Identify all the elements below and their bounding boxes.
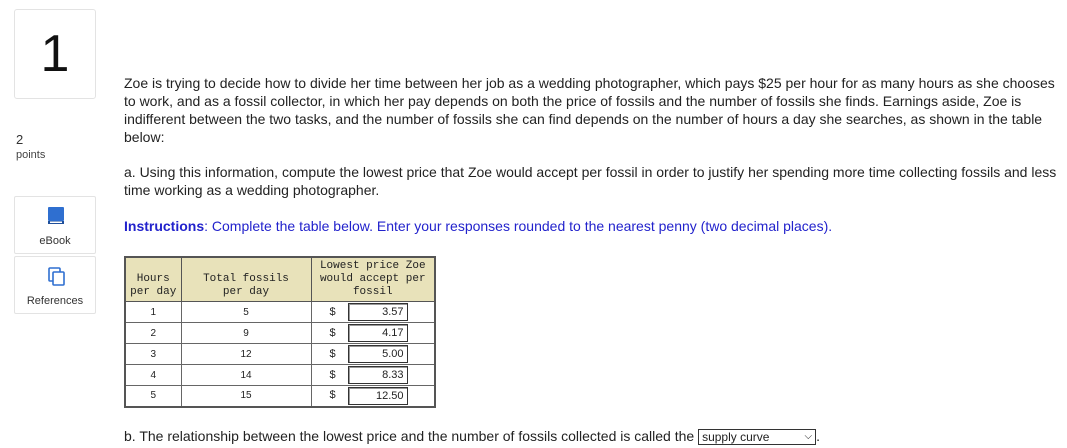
table-row: 3 12 $5.00 bbox=[124, 343, 436, 365]
header-price: Lowest price Zoe would accept per fossil bbox=[310, 256, 436, 302]
part-b: b. The relationship between the lowest p… bbox=[124, 427, 1064, 446]
part-a-text: a. Using this information, compute the l… bbox=[124, 164, 1057, 198]
fossils-cell: 9 bbox=[180, 322, 312, 344]
table-row: 5 15 $12.50 bbox=[124, 385, 436, 407]
price-cell: $12.50 bbox=[310, 385, 436, 407]
points-label: points bbox=[16, 149, 46, 161]
instructions: Instructions: Complete the table below. … bbox=[124, 217, 1064, 235]
ebook-button[interactable]: eBook bbox=[14, 196, 96, 254]
points-value: 2 bbox=[16, 132, 24, 147]
chevron-down-icon: ⌵ bbox=[804, 431, 813, 443]
fossils-cell: 5 bbox=[180, 301, 312, 323]
hours-cell: 2 bbox=[124, 322, 182, 344]
price-cell: $3.57 bbox=[310, 301, 436, 323]
instructions-text: : Complete the table below. Enter your r… bbox=[204, 218, 833, 234]
currency-symbol: $ bbox=[329, 347, 336, 360]
instructions-label: Instructions bbox=[124, 218, 205, 234]
part-b-text: b. The relationship between the lowest p… bbox=[124, 428, 695, 444]
ebook-label: eBook bbox=[39, 235, 71, 247]
price-cell: $5.00 bbox=[310, 343, 436, 365]
relationship-dropdown[interactable]: supply curve ⌵ bbox=[698, 429, 817, 446]
hours-cell: 3 bbox=[124, 343, 182, 365]
fossils-cell: 12 bbox=[180, 343, 312, 365]
part-b-period: . bbox=[816, 428, 820, 444]
fossils-cell: 14 bbox=[180, 364, 312, 386]
table-row: 4 14 $8.33 bbox=[124, 364, 436, 386]
price-input[interactable]: 8.33 bbox=[347, 366, 408, 384]
currency-symbol: $ bbox=[329, 305, 336, 318]
price-cell: $8.33 bbox=[310, 364, 436, 386]
hours-cell: 1 bbox=[124, 301, 182, 323]
table-row: 2 9 $4.17 bbox=[124, 322, 436, 344]
references-button[interactable]: References bbox=[14, 256, 96, 314]
question-number-box: 1 bbox=[14, 9, 96, 99]
references-label: References bbox=[26, 295, 84, 307]
price-input[interactable]: 12.50 bbox=[347, 386, 408, 405]
currency-symbol: $ bbox=[329, 326, 336, 339]
price-cell: $4.17 bbox=[310, 322, 436, 344]
fossils-cell: 15 bbox=[180, 385, 312, 407]
header-fossils: Total fossils per day bbox=[180, 256, 312, 302]
price-input[interactable]: 4.17 bbox=[347, 324, 408, 342]
question-number: 1 bbox=[40, 25, 70, 83]
currency-symbol: $ bbox=[329, 368, 336, 381]
price-input[interactable]: 3.57 bbox=[347, 303, 408, 321]
header-hours: Hours per day bbox=[124, 256, 182, 302]
book-icon bbox=[48, 207, 64, 224]
hours-cell: 5 bbox=[124, 385, 182, 407]
fossil-table: Hours per day Total fossils per day Lowe… bbox=[124, 256, 436, 408]
currency-symbol: $ bbox=[329, 389, 336, 402]
dropdown-value: supply curve bbox=[702, 430, 770, 445]
hours-cell: 4 bbox=[124, 364, 182, 386]
price-input[interactable]: 5.00 bbox=[347, 345, 408, 363]
table-header-row: Hours per day Total fossils per day Lowe… bbox=[124, 256, 436, 302]
documents-icon bbox=[48, 267, 65, 286]
table-row: 1 5 $3.57 bbox=[124, 301, 436, 323]
question-intro: Zoe is trying to decide how to divide he… bbox=[124, 75, 1055, 145]
